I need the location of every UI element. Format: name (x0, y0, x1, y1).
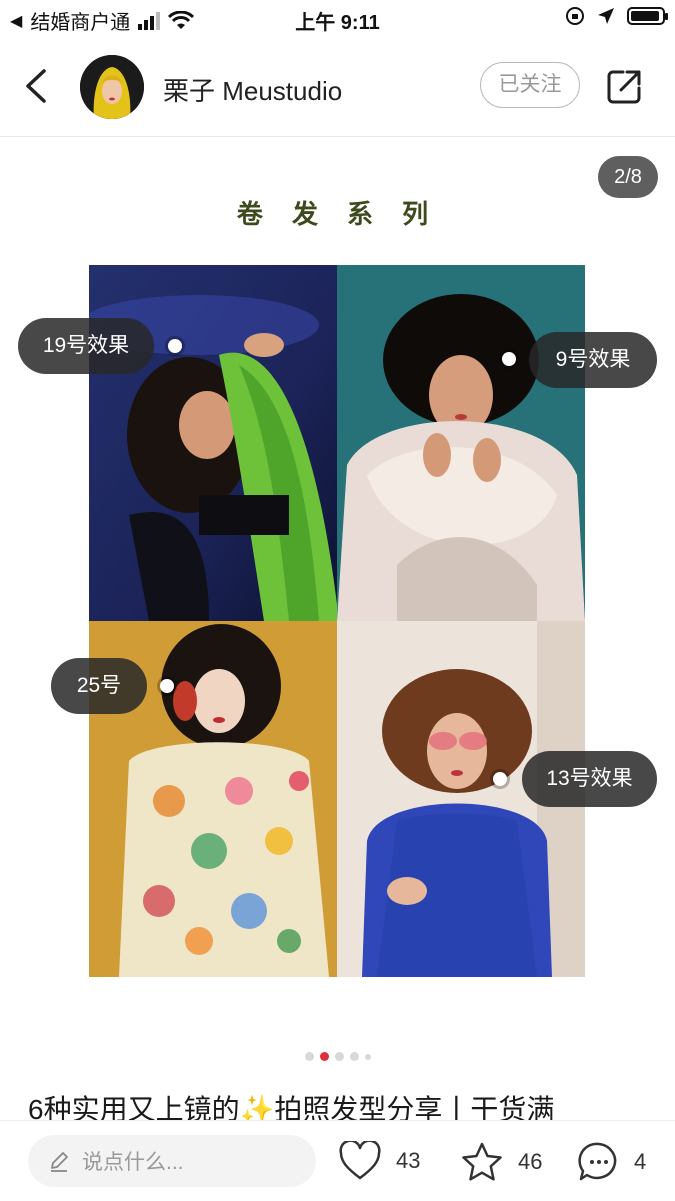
location-arrow-icon (598, 8, 614, 24)
back-icon[interactable] (22, 68, 52, 104)
post-header: 栗子 Meustudio 已关注 (0, 38, 675, 137)
share-icon[interactable] (605, 68, 643, 106)
status-right (565, 6, 668, 26)
hotspot-tag-3[interactable]: 25号 (51, 658, 147, 714)
comment-placeholder: 说点什么... (82, 1151, 184, 1174)
hotspot-tag-4[interactable]: 13号效果 (522, 751, 657, 807)
pager-dot-active (319, 1052, 329, 1061)
status-bar: ◀ 结婚商户通 上午 9:11 (0, 0, 675, 38)
collect-button[interactable]: 46 (460, 1141, 542, 1183)
hotspot-dot-4[interactable] (493, 772, 507, 786)
pager-dot (334, 1052, 344, 1061)
orientation-lock-icon (566, 7, 584, 25)
photo-grid[interactable] (89, 265, 585, 977)
comment-count: 4 (634, 1149, 647, 1174)
hotspot-tag-1[interactable]: 19号效果 (18, 318, 154, 374)
pencil-icon (51, 1152, 68, 1172)
battery-icon (627, 7, 668, 25)
comment-input[interactable]: 说点什么... (28, 1135, 316, 1187)
collect-count: 46 (518, 1149, 543, 1174)
bottom-action-bar: 说点什么... 43 46 4 (0, 1120, 675, 1201)
comment-icon (578, 1142, 617, 1181)
pager-dot (349, 1052, 359, 1061)
follow-button[interactable]: 已关注 (480, 62, 580, 108)
comments-button[interactable]: 4 (578, 1141, 646, 1183)
avatar-image (80, 55, 144, 119)
pager-dot (364, 1053, 371, 1060)
hotspot-tag-2[interactable]: 9号效果 (529, 332, 657, 388)
image-title: 卷 发 系 列 (236, 200, 439, 230)
hotspot-dot-1[interactable] (168, 339, 182, 353)
like-count: 43 (396, 1148, 421, 1173)
photo-9[interactable] (337, 265, 585, 621)
hotspot-dot-2[interactable] (502, 352, 516, 366)
image-counter: 2/8 (598, 156, 658, 198)
author-avatar[interactable] (80, 55, 144, 119)
star-icon (462, 1142, 502, 1181)
image-pager (0, 1052, 675, 1061)
heart-icon (339, 1141, 381, 1180)
hotspot-dot-3[interactable] (160, 679, 174, 693)
pager-dot (304, 1052, 314, 1061)
author-name[interactable]: 栗子 Meustudio (163, 71, 342, 108)
like-button[interactable]: 43 (338, 1141, 420, 1181)
